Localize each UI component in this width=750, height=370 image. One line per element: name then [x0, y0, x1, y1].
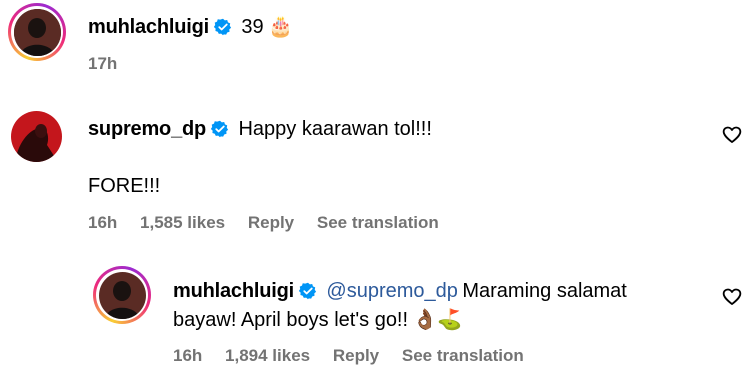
reply-username[interactable]: muhlachluigi — [173, 280, 294, 302]
comment-text-line2: FORE!!! — [88, 175, 161, 197]
post-avatar-ring[interactable] — [8, 3, 66, 61]
comment-text: Happy kaarawan tol!!! — [238, 118, 432, 140]
comment-see-translation[interactable]: See translation — [317, 213, 439, 232]
comment-username[interactable]: supremo_dp — [88, 118, 206, 140]
verified-badge-icon — [213, 18, 232, 36]
verified-badge-icon — [298, 282, 317, 300]
reply-see-translation[interactable]: See translation — [402, 346, 524, 365]
reply-time: 16h — [173, 346, 203, 365]
comment-likes[interactable]: 1,585 likes — [140, 213, 225, 232]
ok-hand-golf-emoji-icon: 👌🏾⛳ — [412, 309, 463, 331]
comment-avatar[interactable] — [11, 111, 62, 162]
verified-badge-icon — [211, 120, 229, 138]
reply-reply-button[interactable]: Reply — [333, 346, 379, 365]
comment-reply-button[interactable]: Reply — [248, 213, 294, 232]
avatar — [13, 8, 61, 56]
reply-text-line2: bayaw! April boys let's go!! — [173, 309, 409, 331]
reply-avatar-ring[interactable] — [93, 266, 151, 324]
cake-icon: 🎂 — [268, 16, 294, 38]
comment-time: 16h — [88, 213, 118, 232]
post-time: 17h — [88, 54, 118, 73]
post-caption: 39 — [241, 16, 264, 38]
post-username[interactable]: muhlachluigi — [88, 16, 209, 38]
comment-like-heart-icon[interactable] — [722, 125, 742, 145]
avatar — [98, 271, 146, 319]
reply-text: Maraming salamat — [462, 280, 627, 302]
reply-likes[interactable]: 1,894 likes — [225, 346, 310, 365]
reply-like-heart-icon[interactable] — [722, 287, 742, 307]
reply-mention-link[interactable]: @supremo_dp — [326, 280, 457, 302]
